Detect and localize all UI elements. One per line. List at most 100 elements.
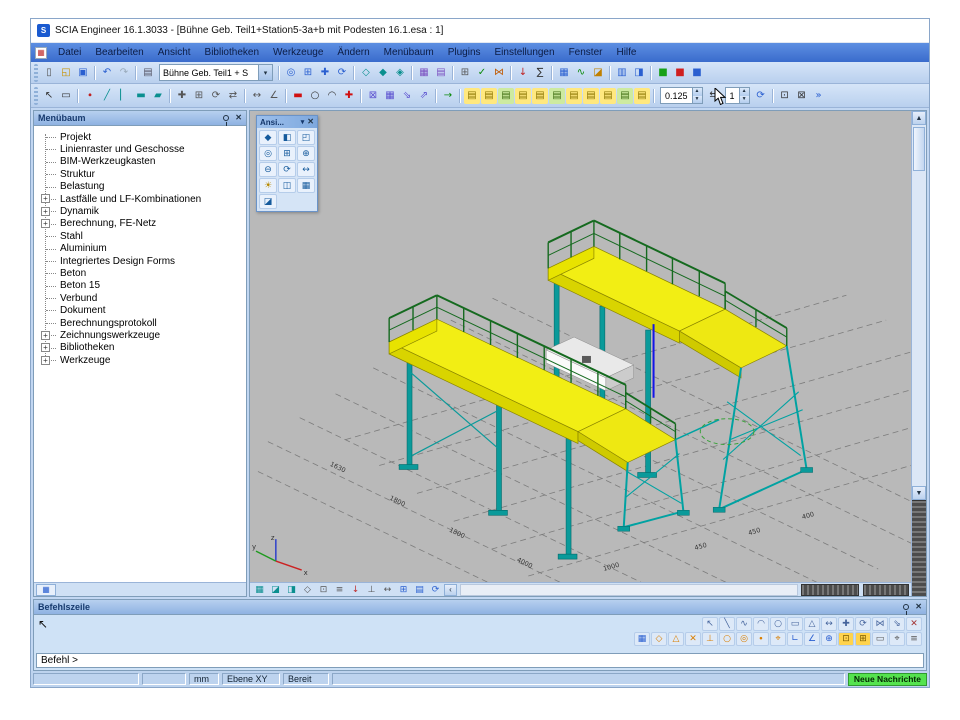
scrollbar-thumb[interactable] — [913, 127, 925, 171]
tree-expander-icon[interactable] — [41, 244, 50, 253]
tree-item-label[interactable]: Stahl — [60, 231, 83, 242]
chevron-down-icon[interactable]: ▾ — [258, 65, 272, 80]
tree-item-label[interactable]: Zeichnungswerkzeuge — [60, 330, 160, 341]
polyline-tool-icon[interactable]: ∿ — [736, 617, 752, 631]
close-icon[interactable]: ✕ — [235, 114, 242, 122]
rotate-tool-icon[interactable]: ⟳ — [855, 617, 871, 631]
pin-icon[interactable] — [223, 115, 229, 121]
select-arrow-icon[interactable]: ↖ — [41, 88, 57, 104]
tree-item[interactable]: Beton 15 — [34, 280, 246, 292]
green-cube-icon[interactable]: ■ — [655, 65, 671, 81]
drawing-layer-icon-3[interactable]: ▤ — [498, 88, 514, 104]
object-tracking-icon[interactable]: ⊕ — [821, 632, 837, 646]
horizontal-scrollbar[interactable] — [460, 584, 798, 596]
tree-item-label[interactable]: Werkzeuge — [60, 355, 110, 366]
tree-expander-icon[interactable] — [41, 157, 50, 166]
pan-icon[interactable]: ✚ — [317, 65, 333, 81]
tree-expander-icon[interactable] — [41, 145, 50, 154]
snap-grid-icon[interactable]: ▦ — [634, 632, 650, 646]
spinner-down-icon[interactable]: ▼ — [740, 96, 749, 104]
snapshot-icon[interactable]: ⊡ — [777, 88, 793, 104]
tree-item[interactable]: BIM-Werkzeugkasten — [34, 156, 246, 168]
tree-item-label[interactable]: Bibliotheken — [60, 342, 114, 353]
cursor-step-icon[interactable]: ▭ — [872, 632, 888, 646]
move-icon[interactable]: ✚ — [174, 88, 190, 104]
tree-item[interactable]: Berechnung, FE-Netz — [34, 218, 246, 230]
select-window-icon[interactable]: ▭ — [58, 88, 74, 104]
tree-expander-icon[interactable] — [41, 331, 50, 340]
dimension-tool-icon[interactable]: ↔ — [821, 617, 837, 631]
tree-item[interactable]: Bibliotheken — [34, 342, 246, 354]
angle-dim-icon[interactable]: ∠ — [266, 88, 282, 104]
tree-item-label[interactable]: BIM-Werkzeugkasten — [60, 156, 155, 167]
tree-expander-icon[interactable] — [41, 133, 50, 142]
menu-item[interactable]: Ansicht — [151, 45, 198, 60]
snap-tangent-icon[interactable]: ○ — [719, 632, 735, 646]
calculator-icon[interactable]: ⊞ — [457, 65, 473, 81]
menu-item[interactable]: Datei — [51, 45, 88, 60]
scroll-down-icon[interactable]: ▼ — [912, 486, 926, 500]
node-icon[interactable]: ∙ — [82, 88, 98, 104]
menu-item[interactable]: Werkzeuge — [266, 45, 330, 60]
tree-expander-icon[interactable] — [41, 269, 50, 278]
red-cube-icon[interactable]: ■ — [672, 65, 688, 81]
tree-item[interactable]: Projekt — [34, 131, 246, 143]
pan-view-icon[interactable]: ↔ — [297, 162, 315, 177]
drawing-layer-icon-11[interactable]: ▤ — [634, 88, 650, 104]
view-palette-header[interactable]: Ansi... ▾ ✕ — [257, 116, 317, 128]
tree-expander-icon[interactable] — [41, 318, 50, 327]
view-settings-icon[interactable]: ▦ — [297, 178, 315, 193]
circle-entity-icon[interactable]: ○ — [307, 88, 323, 104]
tree-item-label[interactable]: Projekt — [60, 132, 91, 143]
tree-expander-icon[interactable] — [41, 343, 50, 352]
spinner-down-icon[interactable]: ▼ — [693, 96, 702, 104]
check-structure-icon[interactable]: ✓ — [474, 65, 490, 81]
beam-icon[interactable]: ▬ — [133, 88, 149, 104]
circle-tool-icon[interactable]: ○ — [770, 617, 786, 631]
tree-expander-icon[interactable] — [41, 194, 50, 203]
snap-perpendicular-icon[interactable]: ⊥ — [702, 632, 718, 646]
tree-item-label[interactable]: Dynamik — [60, 206, 99, 217]
polar-tracking-icon[interactable]: ∠ — [804, 632, 820, 646]
delete-tool-icon[interactable]: ✕ — [906, 617, 922, 631]
tree-item[interactable]: Lastfälle und LF-Kombinationen — [34, 193, 246, 205]
tree-item-label[interactable]: Linienraster und Geschosse — [60, 144, 185, 155]
tree-item-label[interactable]: Beton — [60, 268, 86, 279]
drawing-layer-icon-6[interactable]: ▤ — [549, 88, 565, 104]
menu-item[interactable]: Ändern — [330, 45, 376, 60]
zoom-all-icon[interactable]: ◎ — [283, 65, 299, 81]
status-message-badge[interactable]: Neue Nachrichte — [848, 673, 927, 686]
shading-icon[interactable]: ◪ — [259, 194, 277, 209]
drawing-layer-icon-10[interactable]: ▤ — [617, 88, 633, 104]
scroll-up-icon[interactable]: ▲ — [912, 111, 926, 125]
zoom-window-icon[interactable]: ⊞ — [300, 65, 316, 81]
spinner-up-icon[interactable]: ▲ — [693, 88, 702, 96]
rectangle-tool-icon[interactable]: ▭ — [787, 617, 803, 631]
zoom-window-icon[interactable]: ⊞ — [278, 146, 296, 161]
drawing-layer-icon-1[interactable]: ▤ — [464, 88, 480, 104]
regenerate-icon[interactable]: ⟳ — [428, 583, 443, 596]
model-canvas[interactable]: 1630 1800 1800 4000 1000 450 450 400 — [250, 111, 911, 582]
tree-item-label[interactable]: Verbund — [60, 293, 97, 304]
tree-item-label[interactable]: Beton 15 — [60, 280, 100, 291]
menu-item[interactable]: Bearbeiten — [88, 45, 150, 60]
scroll-left-icon[interactable]: ‹ — [444, 584, 457, 596]
export-icon[interactable]: ⇘ — [399, 88, 415, 104]
load-case-icon[interactable]: ↓ — [515, 65, 531, 81]
docked-toolbar-collapsed-1[interactable] — [801, 584, 859, 596]
tree-expander-icon[interactable] — [41, 207, 50, 216]
tree-item[interactable]: Stahl — [34, 230, 246, 242]
tree-item[interactable]: Belastung — [34, 181, 246, 193]
drawing-layer-icon-8[interactable]: ▤ — [583, 88, 599, 104]
redo-icon[interactable]: ↷ — [116, 65, 132, 81]
drawing-layer-icon-7[interactable]: ▤ — [566, 88, 582, 104]
viewport-3d[interactable]: 1630 1800 1800 4000 1000 450 450 400 — [250, 111, 911, 582]
snap-nearest-icon[interactable]: ⌖ — [770, 632, 786, 646]
arc-entity-icon[interactable]: ◠ — [324, 88, 340, 104]
cross-marker-icon[interactable]: ✚ — [341, 88, 357, 104]
tree-item[interactable]: Verbund — [34, 292, 246, 304]
hidden-line-mode-icon[interactable]: ◨ — [284, 583, 299, 596]
spinner-up-icon[interactable]: ▲ — [740, 88, 749, 96]
close-icon[interactable]: ✕ — [915, 603, 922, 611]
tree-item-label[interactable]: Aluminium — [60, 243, 107, 254]
